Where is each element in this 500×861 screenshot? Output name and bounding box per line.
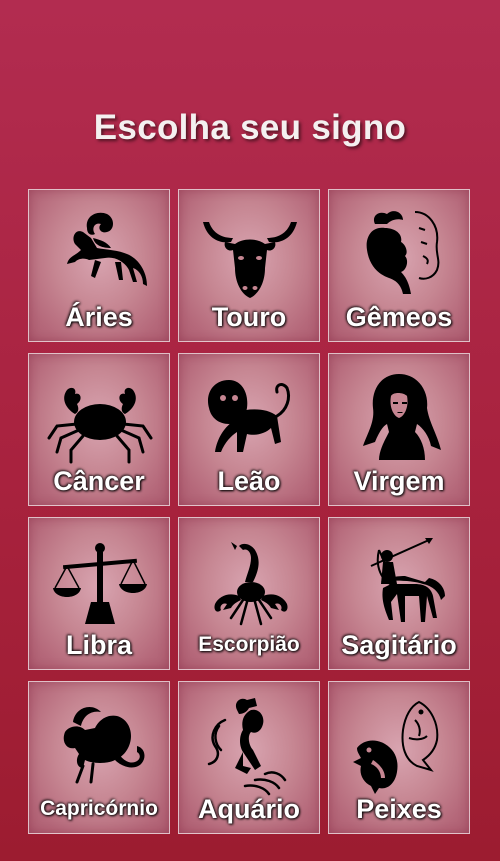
- sign-label: Capricórnio: [40, 797, 158, 820]
- sign-tile-aquarius[interactable]: Aquário: [178, 681, 320, 834]
- sign-tile-capricorn[interactable]: Capricórnio: [28, 681, 170, 834]
- sign-tile-aries[interactable]: Áries: [28, 189, 170, 342]
- scorpio-scorpion-icon: [214, 542, 288, 626]
- sign-label: Câncer: [53, 466, 145, 496]
- sign-tile-leo[interactable]: Leão: [178, 353, 320, 506]
- cancer-crab-icon: [47, 387, 153, 464]
- zodiac-grid: Áries Touro Gêmeos Câncer Leão Virgem Li…: [28, 189, 470, 834]
- sign-tile-virgo[interactable]: Virgem: [328, 353, 470, 506]
- sign-label: Virgem: [353, 466, 445, 496]
- aries-ram-icon: [67, 212, 147, 286]
- sign-tile-cancer[interactable]: Câncer: [28, 353, 170, 506]
- sign-label: Gêmeos: [345, 302, 453, 332]
- sign-tile-libra[interactable]: Libra: [28, 517, 170, 670]
- pisces-fish-icon: [353, 700, 439, 794]
- sign-tile-pisces[interactable]: Peixes: [328, 681, 470, 834]
- capricorn-goat-icon: [63, 707, 145, 784]
- sign-label: Peixes: [356, 794, 442, 824]
- sign-tile-taurus[interactable]: Touro: [178, 189, 320, 342]
- sign-label: Escorpião: [198, 633, 300, 656]
- sagittarius-archer-icon: [370, 538, 445, 622]
- sign-tile-gemini[interactable]: Gêmeos: [328, 189, 470, 342]
- page-title: Escolha seu signo: [93, 108, 407, 147]
- gemini-twins-icon: [366, 211, 440, 294]
- sign-label: Sagitário: [341, 630, 457, 660]
- sign-tile-sagittarius[interactable]: Sagitário: [328, 517, 470, 670]
- virgo-maiden-icon: [363, 374, 441, 460]
- taurus-bull-icon: [203, 222, 297, 298]
- sign-label: Libra: [65, 630, 132, 660]
- sign-label: Áries: [65, 302, 133, 332]
- sign-label: Aquário: [197, 794, 300, 824]
- aquarius-water-bearer-icon: [207, 698, 287, 796]
- leo-lion-icon: [207, 380, 291, 452]
- sign-label: Touro: [211, 302, 287, 332]
- sign-label: Leão: [217, 466, 281, 496]
- libra-scales-icon: [53, 543, 147, 624]
- sign-tile-scorpio[interactable]: Escorpião: [178, 517, 320, 670]
